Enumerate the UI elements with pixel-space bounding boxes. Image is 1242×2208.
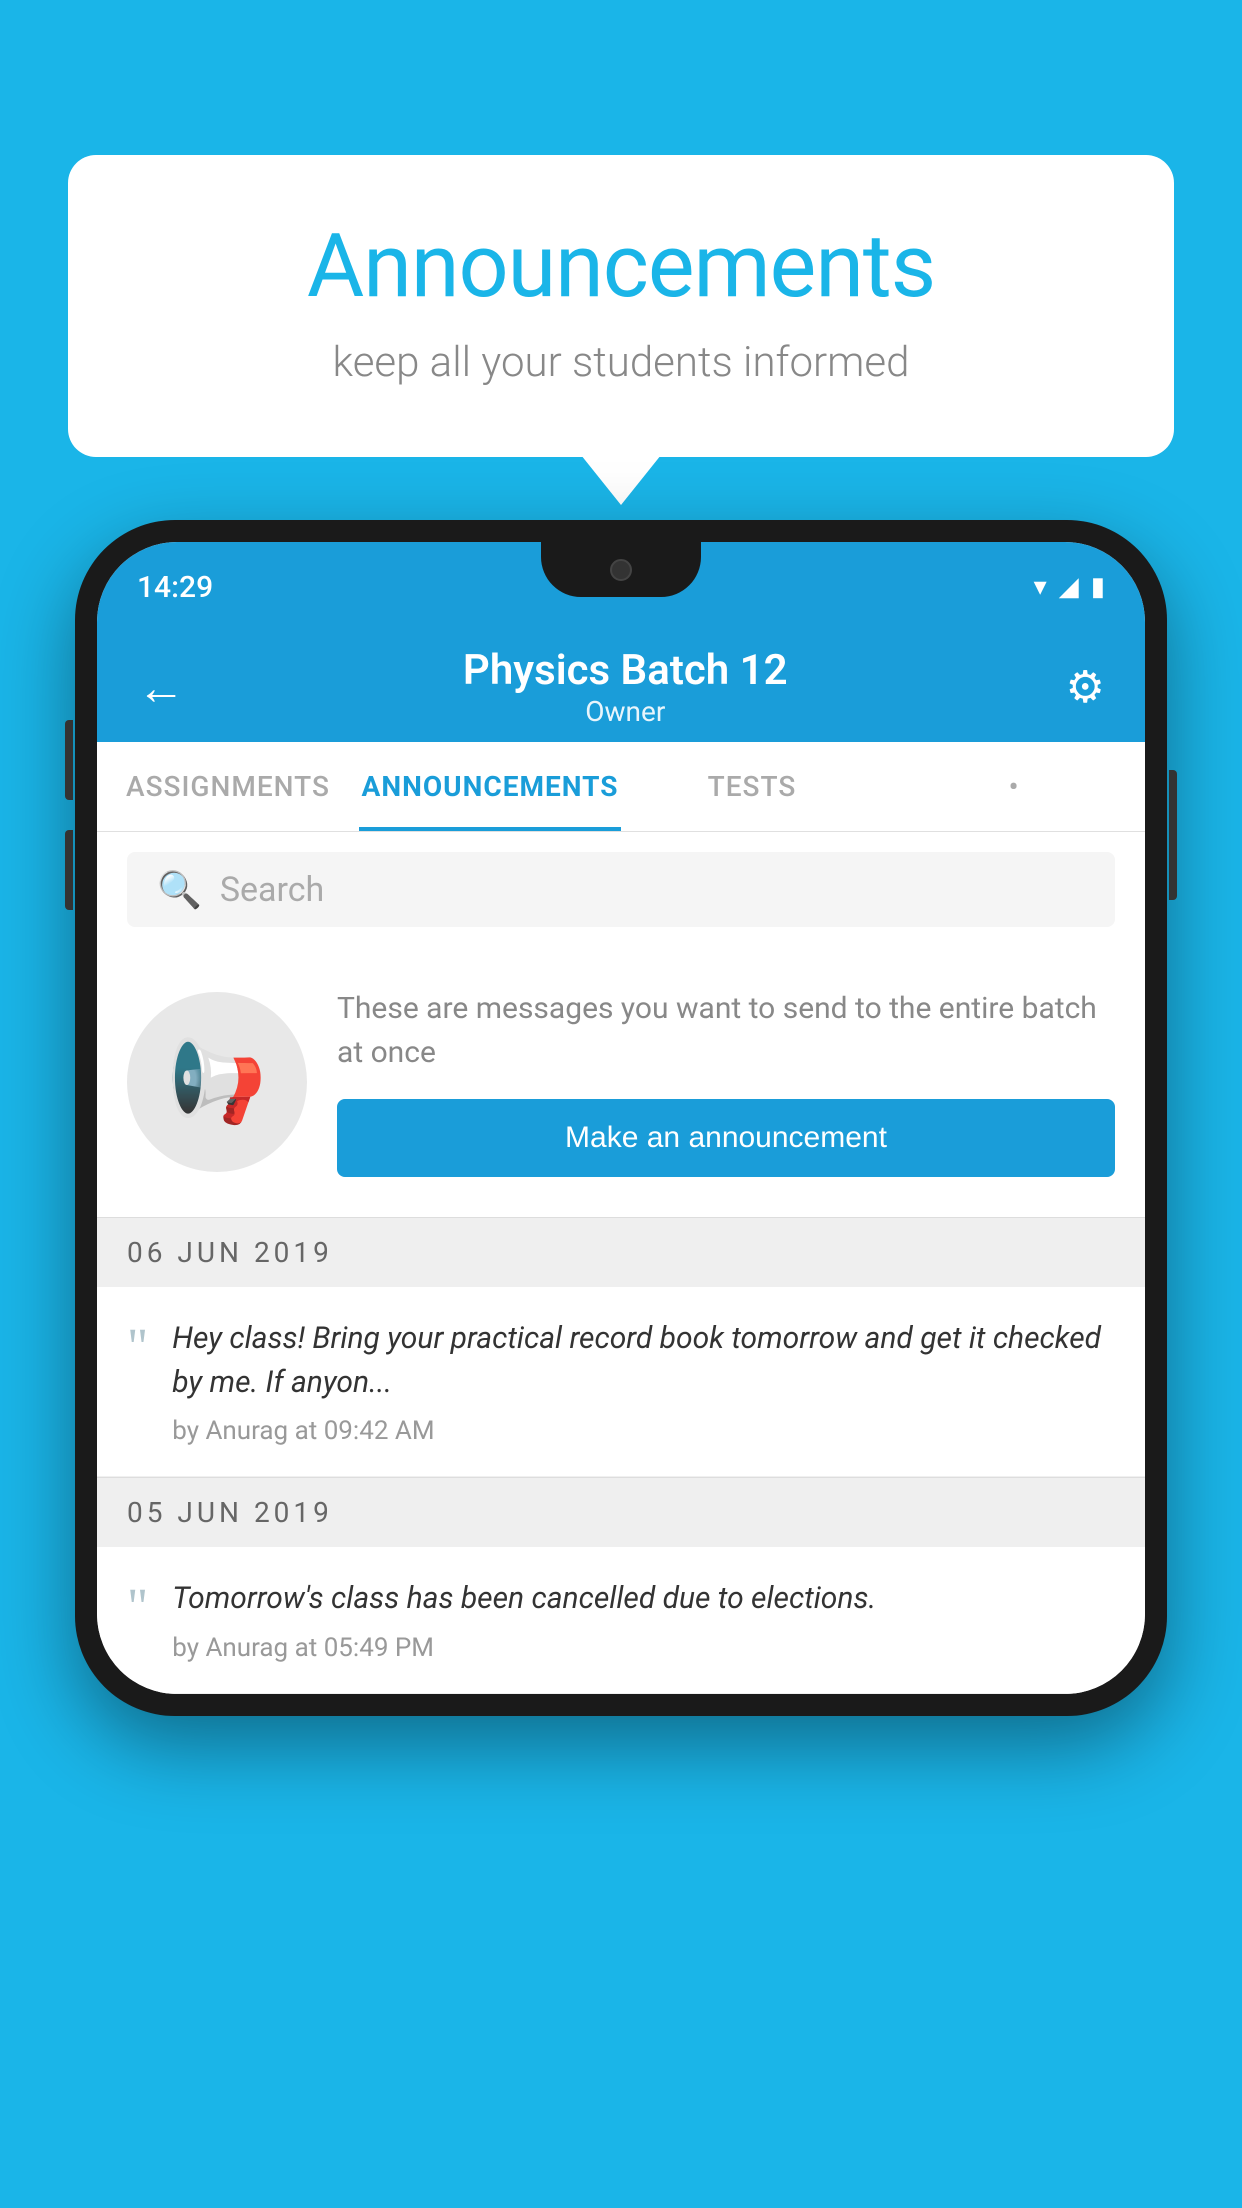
announcement-content-1: Hey class! Bring your practical record b… bbox=[172, 1317, 1115, 1446]
speech-bubble-card: Announcements keep all your students inf… bbox=[68, 155, 1174, 457]
phone-screen: 14:29 ▾ ◢ ▮ ← Physics Batch 12 Owner ⚙ bbox=[97, 542, 1145, 1694]
announcement-right: These are messages you want to send to t… bbox=[337, 987, 1115, 1177]
wifi-icon: ▾ bbox=[1034, 572, 1047, 602]
back-button[interactable]: ← bbox=[137, 659, 185, 716]
volume-up-button bbox=[65, 720, 73, 800]
date-separator-1: 06 JUN 2019 bbox=[97, 1217, 1145, 1287]
app-bar-center: Physics Batch 12 Owner bbox=[463, 646, 788, 728]
quote-icon-2: " bbox=[127, 1582, 148, 1634]
bubble-subtitle: keep all your students informed bbox=[148, 338, 1094, 387]
quote-icon-1: " bbox=[127, 1322, 148, 1374]
megaphone-circle: 📢 bbox=[127, 992, 307, 1172]
volume-down-button bbox=[65, 830, 73, 910]
tab-more[interactable]: • bbox=[883, 742, 1145, 831]
search-container: 🔍 Search bbox=[97, 832, 1145, 947]
announcement-text-2: Tomorrow's class has been cancelled due … bbox=[172, 1577, 1115, 1621]
notch bbox=[541, 542, 701, 597]
status-time: 14:29 bbox=[137, 570, 213, 605]
status-bar: 14:29 ▾ ◢ ▮ bbox=[97, 542, 1145, 632]
battery-icon: ▮ bbox=[1091, 572, 1105, 602]
announcement-meta-2: by Anurag at 05:49 PM bbox=[172, 1633, 1115, 1663]
announcement-text-1: Hey class! Bring your practical record b… bbox=[172, 1317, 1115, 1404]
tab-tests[interactable]: TESTS bbox=[621, 742, 883, 831]
speech-bubble-section: Announcements keep all your students inf… bbox=[68, 155, 1174, 457]
power-button bbox=[1169, 770, 1177, 900]
tabs-bar: ASSIGNMENTS ANNOUNCEMENTS TESTS • bbox=[97, 742, 1145, 832]
phone-outer-frame: 14:29 ▾ ◢ ▮ ← Physics Batch 12 Owner ⚙ bbox=[75, 520, 1167, 1716]
batch-title: Physics Batch 12 bbox=[463, 646, 788, 695]
search-input-placeholder[interactable]: Search bbox=[220, 870, 324, 910]
user-role: Owner bbox=[463, 695, 788, 728]
make-announcement-button[interactable]: Make an announcement bbox=[337, 1099, 1115, 1177]
announcement-description: These are messages you want to send to t… bbox=[337, 987, 1115, 1074]
search-icon: 🔍 bbox=[157, 869, 202, 911]
announcement-item-2[interactable]: " Tomorrow's class has been cancelled du… bbox=[97, 1547, 1145, 1694]
tab-announcements[interactable]: ANNOUNCEMENTS bbox=[359, 742, 621, 831]
settings-icon[interactable]: ⚙ bbox=[1066, 661, 1105, 713]
date-separator-2: 05 JUN 2019 bbox=[97, 1477, 1145, 1547]
announcement-content-2: Tomorrow's class has been cancelled due … bbox=[172, 1577, 1115, 1663]
status-icons: ▾ ◢ ▮ bbox=[1034, 572, 1105, 602]
announcement-meta-1: by Anurag at 09:42 AM bbox=[172, 1416, 1115, 1446]
megaphone-icon: 📢 bbox=[167, 1035, 267, 1129]
announcement-prompt-section: 📢 These are messages you want to send to… bbox=[97, 947, 1145, 1217]
announcement-item-1[interactable]: " Hey class! Bring your practical record… bbox=[97, 1287, 1145, 1477]
bubble-title: Announcements bbox=[148, 215, 1094, 318]
tab-assignments[interactable]: ASSIGNMENTS bbox=[97, 742, 359, 831]
front-camera bbox=[610, 559, 632, 581]
search-bar[interactable]: 🔍 Search bbox=[127, 852, 1115, 927]
signal-icon: ◢ bbox=[1059, 572, 1079, 602]
phone-mockup: 14:29 ▾ ◢ ▮ ← Physics Batch 12 Owner ⚙ bbox=[75, 520, 1167, 1716]
app-bar: ← Physics Batch 12 Owner ⚙ bbox=[97, 632, 1145, 742]
